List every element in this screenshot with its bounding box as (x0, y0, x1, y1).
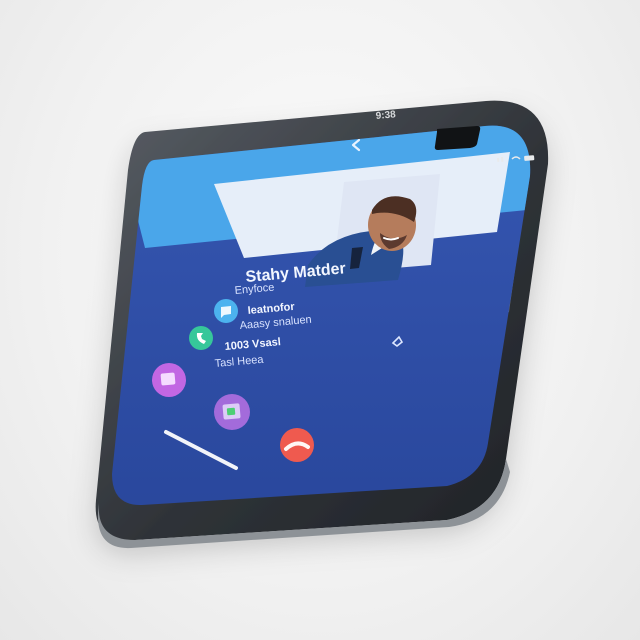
status-time: 9:38 (375, 109, 396, 122)
camera-notch (434, 126, 481, 150)
screen: Stahy Matder Enyfoce Ieatnofor Aaasy sna… (112, 125, 531, 506)
phone-scene: Stahy Matder Enyfoce Ieatnofor Aaasy sna… (95, 100, 549, 549)
